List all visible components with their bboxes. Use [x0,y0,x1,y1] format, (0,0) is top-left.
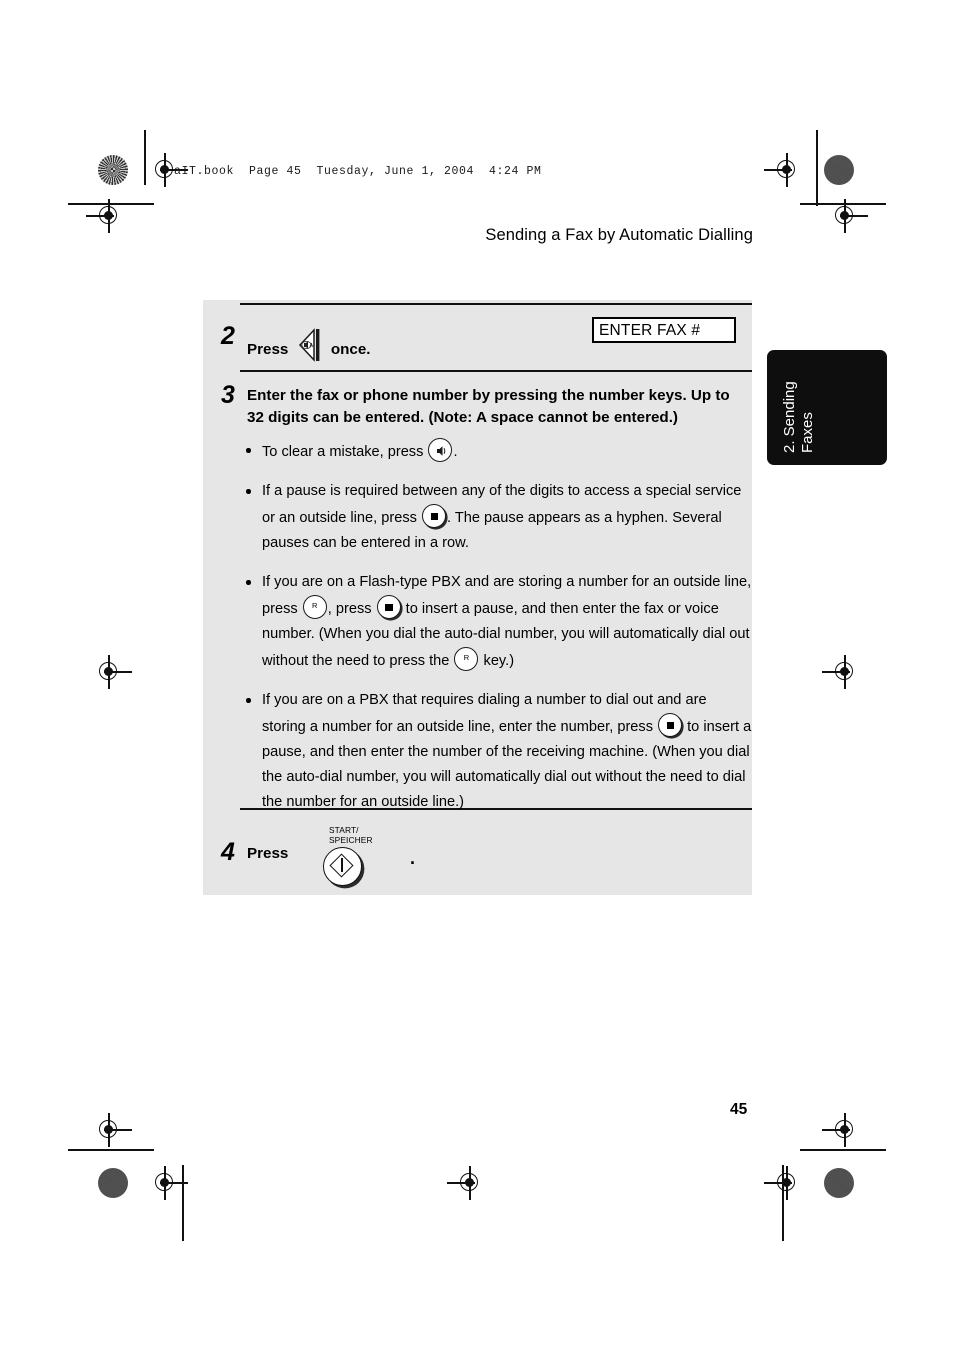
step-2-number: 2 [221,322,235,350]
speaker-key-icon: A [297,327,323,363]
bullet-dot-icon [246,698,251,703]
start-key-group: START/ SPEICHER [309,825,395,890]
bullet-dot-icon [246,448,251,453]
r-key-icon: R [302,595,327,619]
crop-rule-spine-top [816,130,818,206]
registration-dot-top-left [98,155,128,185]
step-2-text: Press A once. [247,327,371,363]
pause-key-icon [422,504,446,528]
crop-rule-spine-left-bottom [182,1165,184,1241]
bullet-3-seg4: key.) [479,653,515,669]
page-running-head: Sending a Fax by Automatic Dialling [485,226,753,244]
procedure-panel: 2 Press A once. ENTER FAX # 3 Enter the … [203,300,752,895]
pause-key-icon [658,713,683,737]
list-item-dialout-pbx: If you are on a PBX that requires dialin… [240,688,752,815]
registration-target-bottom-left [148,1166,188,1200]
step-4-number: 4 [221,838,235,866]
svg-text:A: A [309,343,313,349]
step-4-text-before: Press [247,845,289,862]
registration-dot-bottom-right [824,1168,854,1198]
step-4-text-after: . [410,848,416,868]
bullet-1-seg2: . [453,444,458,460]
list-item-pause-digits: If a pause is required between any of th… [240,479,752,556]
step-3-text: Enter the fax or phone number by pressin… [247,387,730,426]
step-3-number: 3 [221,381,235,409]
registration-target-lower-right [822,1113,862,1147]
panel-divider-mid [240,370,752,372]
start-key-label: START/ SPEICHER [329,825,373,845]
registration-target-bottom-center [447,1166,487,1200]
registration-target-mid-left [92,655,132,689]
chapter-thumb-tab: 2. Sending Faxes [767,350,887,465]
bullet-3-seg2: , press [327,601,376,617]
list-item-flash-pbx: If you are on a Flash-type PBX and are s… [240,570,752,674]
crop-rule-spine-right-bottom [782,1165,784,1241]
chapter-thumb-tab-label: 2. Sending Faxes [781,381,816,453]
crop-rule-top-right [800,203,886,205]
step-2-text-after: once. [330,341,371,358]
pause-key-icon [376,595,401,619]
registration-target-mid-right [822,655,862,689]
registration-dot-top-right [824,155,854,185]
imposition-line: aIT.book Page 45 Tuesday, June 1, 2004 4… [174,165,542,178]
crop-rule-bottom-left [68,1149,154,1151]
lcd-display-text: ENTER FAX # [599,322,701,339]
panel-divider-top [240,303,752,305]
start-key-icon [323,847,362,886]
bullet-list: To clear a mistake, press . If a pause i… [240,438,752,829]
lcd-display: ENTER FAX # [592,317,736,343]
registration-target-bottom-right [764,1166,804,1200]
crop-rule-spine-left-top [144,130,146,185]
page-number: 45 [730,1101,748,1118]
registration-dot-bottom-left [98,1168,128,1198]
r-key-icon: R [454,647,479,671]
crop-rule-bottom-right [800,1149,886,1151]
speaker-clear-key-icon [428,438,453,462]
registration-target-top-right [764,153,804,187]
bullet-1-seg1: To clear a mistake, press [262,444,428,460]
list-item-clear-mistake: To clear a mistake, press . [240,438,752,465]
registration-target-lower-left [92,1113,132,1147]
bullet-dot-icon [246,580,251,585]
bullet-dot-icon [246,489,251,494]
step-2-text-before: Press [247,341,289,358]
crop-rule-top-left [68,203,154,205]
bullet-4-seg1: If you are on a PBX that requires dialin… [262,692,707,735]
